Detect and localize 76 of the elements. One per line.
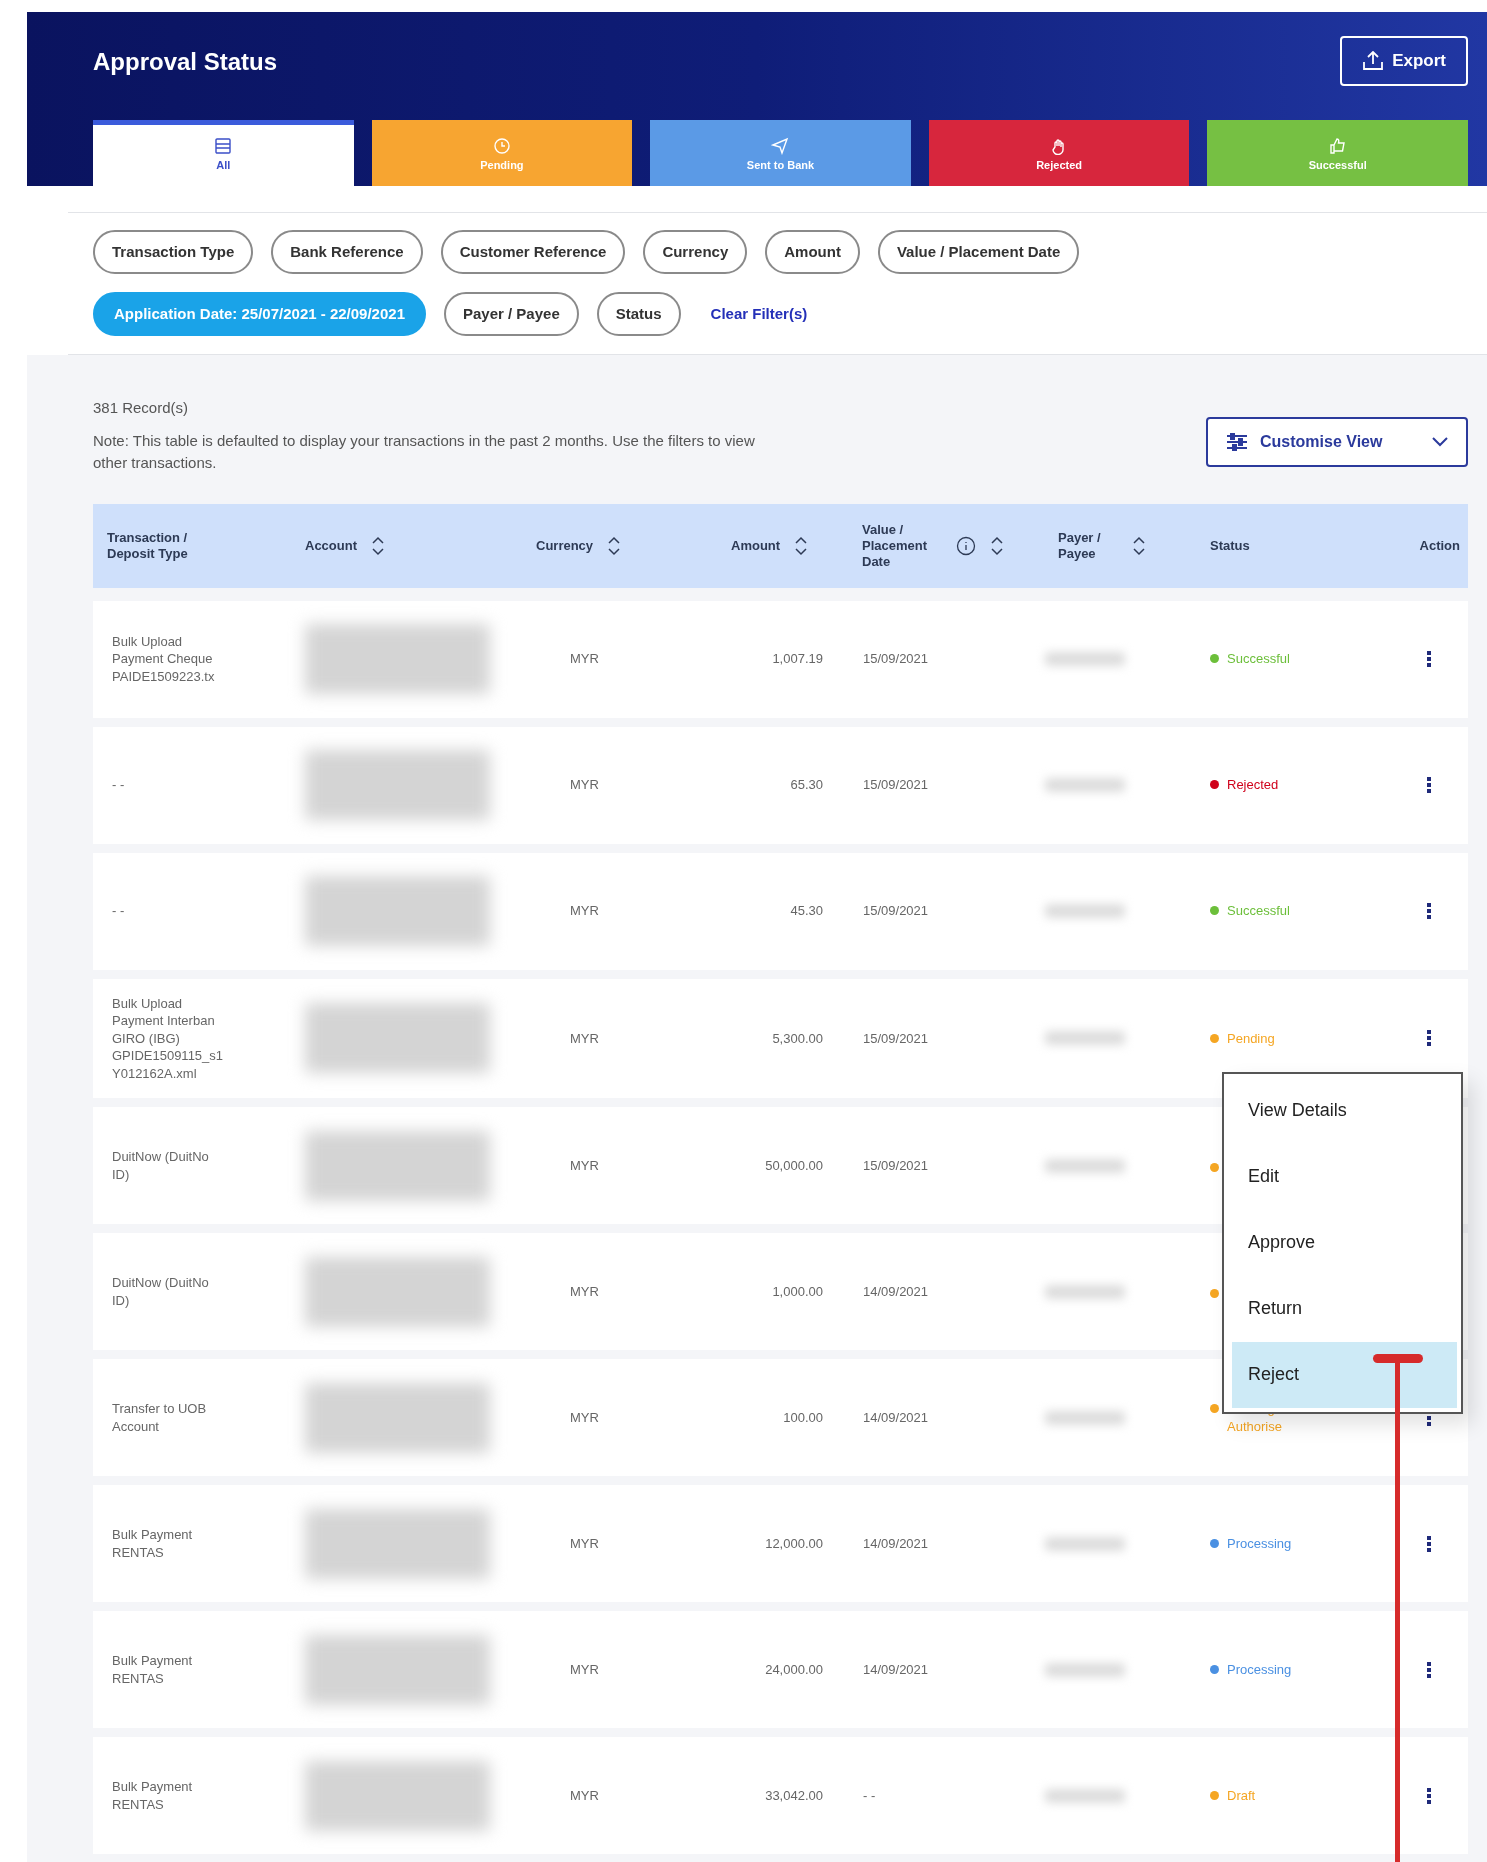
page-title: Approval Status — [93, 47, 278, 77]
status-label: Successful — [1227, 650, 1291, 668]
table-cell-text: Bulk Upload Payment Interban GIRO (IBG) GPIDE1509115_s1 Y012162A.xml — [111, 994, 225, 1082]
table-cell-text: Bulk Payment RENTAS — [111, 1652, 194, 1687]
table-cell: MYR — [570, 1661, 599, 1677]
status-tab[interactable]: All — [93, 120, 354, 186]
status-label: Processing — [1227, 1660, 1293, 1679]
table-cell: 14/09/2021 — [863, 1409, 929, 1425]
customise-view-button[interactable]: Customise View — [1206, 416, 1468, 467]
table-cell: MYR — [570, 1030, 599, 1046]
menu-item[interactable]: Return — [1232, 1275, 1457, 1342]
column-header[interactable]: Value / Placement Date — [840, 503, 1030, 588]
table-cell: 65.30 — [790, 777, 823, 793]
table-cell: 50,000.00 — [765, 1157, 823, 1173]
column-header[interactable]: Account — [245, 503, 520, 588]
menu-item[interactable]: Reject — [1232, 1341, 1457, 1408]
export-button[interactable]: Export — [1340, 36, 1468, 86]
table-cell-text: - - — [111, 902, 126, 920]
filter-chip[interactable]: Bank Reference — [271, 230, 423, 274]
table-cell: 15/09/2021 — [863, 651, 929, 667]
table-cell: MYR — [570, 777, 599, 793]
status-label: Successful — [1227, 902, 1291, 920]
table-cell: 1,007.19 — [772, 651, 823, 667]
table-cell: 15/09/2021 — [863, 777, 929, 793]
menu-item[interactable]: Approve — [1232, 1209, 1457, 1276]
filter-chip[interactable]: Customer Reference — [440, 230, 626, 274]
column-header: Transaction / Deposit Type — [106, 528, 189, 563]
table-cell: 14/09/2021 — [863, 1661, 929, 1677]
table-cell-text: - - — [111, 776, 126, 794]
filter-chip[interactable]: Currency — [643, 230, 748, 274]
table-cell: 33,042.00 — [765, 1787, 823, 1803]
table-cell: MYR — [570, 903, 599, 919]
column-header: Action — [1418, 536, 1461, 555]
table-cell: 24,000.00 — [765, 1661, 823, 1677]
table-cell: 15/09/2021 — [863, 903, 929, 919]
status-tab[interactable]: Rejected — [928, 120, 1190, 186]
table-cell: MYR — [570, 1535, 599, 1551]
table-cell-text: DuitNow (DuitNo ID) — [111, 1274, 210, 1309]
menu-item[interactable]: View Details — [1232, 1077, 1457, 1144]
table-cell-text: DuitNow (DuitNo ID) — [111, 1148, 210, 1183]
clear-filters-link[interactable]: Clear Filter(s) — [710, 302, 808, 326]
status-label: Pending — [1227, 1029, 1276, 1047]
table-cell: MYR — [570, 1157, 599, 1173]
table-cell-text: Bulk Payment RENTAS — [111, 1778, 194, 1813]
filter-chip[interactable]: Amount — [765, 230, 860, 274]
filter-chip[interactable]: Payer / Payee — [444, 292, 579, 336]
table-cell: 15/09/2021 — [863, 1030, 929, 1046]
table-cell: 1,000.00 — [772, 1283, 823, 1299]
table-cell: - - — [863, 1787, 876, 1803]
column-header: Status — [1209, 536, 1251, 555]
table-cell: 15/09/2021 — [863, 1157, 929, 1173]
table-cell-text: Bulk Payment RENTAS — [111, 1526, 194, 1561]
status-label: Draft — [1227, 1786, 1257, 1805]
table-cell: MYR — [570, 651, 599, 667]
record-count: 381 Record(s) — [93, 398, 190, 418]
menu-item[interactable]: Edit — [1232, 1143, 1457, 1210]
status-label: Rejected — [1227, 776, 1280, 794]
table-cell: MYR — [570, 1283, 599, 1299]
table-cell: 12,000.00 — [765, 1535, 823, 1551]
table-cell: 14/09/2021 — [863, 1283, 929, 1299]
table-cell: 5,300.00 — [772, 1030, 823, 1046]
table-cell-text: Transfer to UOB Account — [111, 1400, 208, 1435]
status-label: Processing — [1227, 1534, 1293, 1553]
filter-chip[interactable]: Transaction Type — [93, 230, 254, 274]
table-cell: MYR — [570, 1787, 599, 1803]
table-cell: 14/09/2021 — [863, 1535, 929, 1551]
table-cell-text: Bulk Upload Payment Cheque PAIDE1509223.tx — [111, 632, 216, 686]
table-cell: MYR — [570, 1409, 599, 1425]
column-header[interactable]: Amount — [700, 503, 840, 588]
table-cell: 100.00 — [783, 1409, 823, 1425]
column-header[interactable]: Payer / Payee — [1040, 503, 1190, 588]
table-note: Note: This table is defaulted to display your transactions in the past 2 months. Use the filters to view other transactions. — [93, 430, 756, 473]
column-header[interactable]: Currency — [520, 503, 700, 588]
filter-chip[interactable]: Status — [596, 292, 681, 336]
filter-chip[interactable]: Value / Placement Date — [877, 230, 1080, 274]
table-cell: 45.30 — [790, 903, 823, 919]
